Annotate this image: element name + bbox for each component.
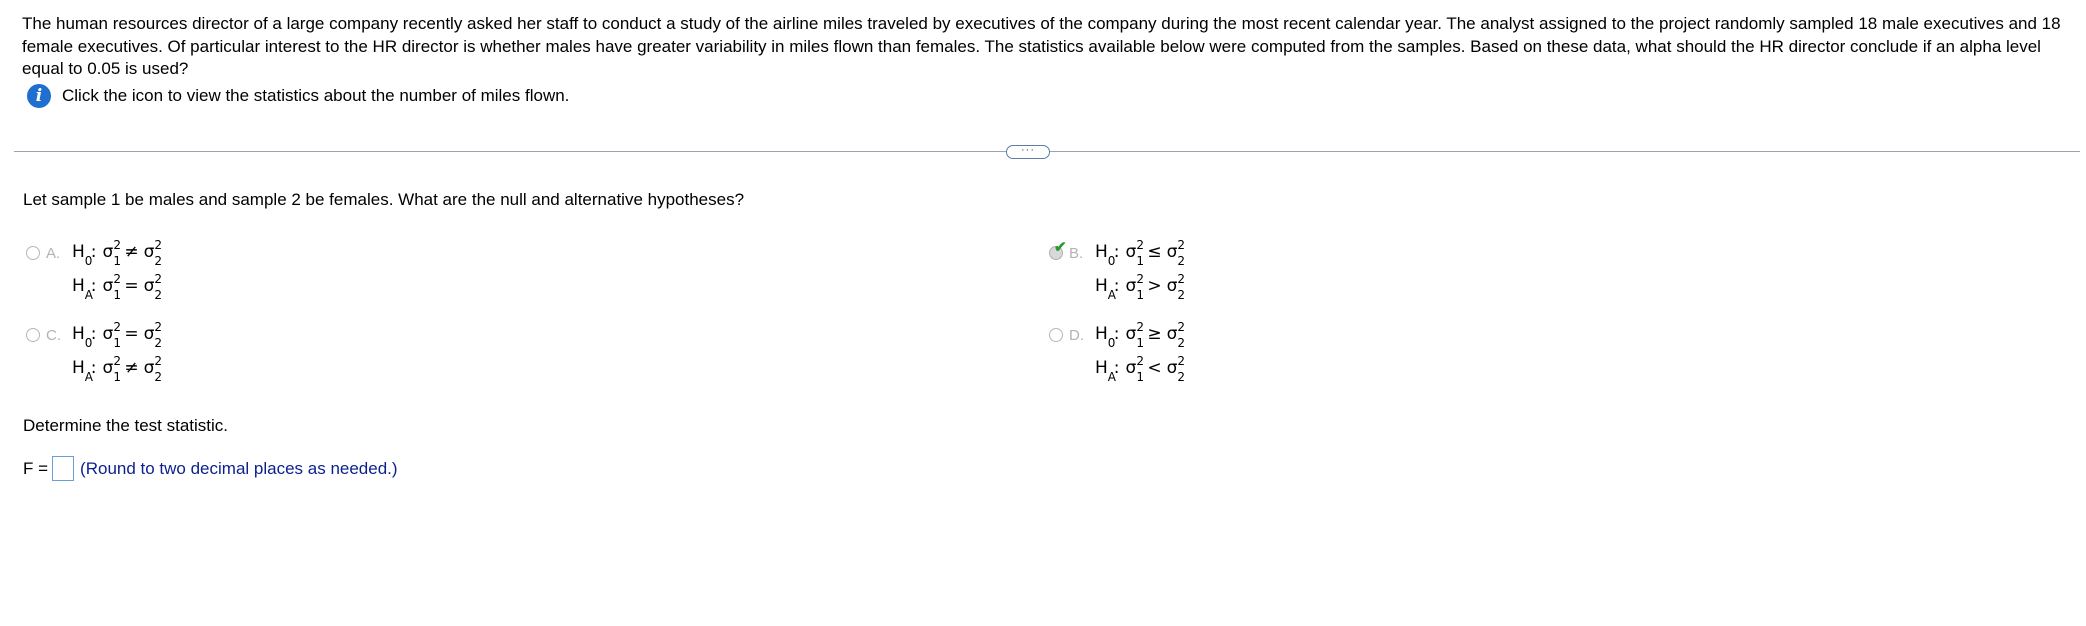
radio-button[interactable] xyxy=(1049,328,1063,342)
choice-a[interactable]: A. H0: σ21 ≠ σ22 HA: σ21 = σ22 xyxy=(26,238,162,303)
determine-instruction: Determine the test statistic. xyxy=(23,416,229,435)
alternative-hypothesis: HA: σ21 > σ22 xyxy=(1095,269,1185,303)
hypotheses: H0: σ21 = σ22 HA: σ21 ≠ σ22 xyxy=(72,317,162,385)
choice-b[interactable]: ✔ B. H0: σ21 ≤ σ22 HA: σ21 > σ22 xyxy=(1049,238,1185,303)
answer-row: F = (Round to two decimal places as need… xyxy=(23,456,398,481)
choice-letter: B. xyxy=(1069,245,1084,262)
choice-letter: A. xyxy=(46,245,61,262)
info-row: i Click the icon to view the statistics … xyxy=(27,84,569,108)
operator: = xyxy=(124,276,139,296)
operator: = xyxy=(124,324,139,344)
f-statistic-input[interactable] xyxy=(52,456,75,481)
info-icon[interactable]: i xyxy=(27,84,51,108)
operator: > xyxy=(1147,276,1162,296)
alternative-hypothesis: HA: σ21 < σ22 xyxy=(1095,351,1185,385)
operator: < xyxy=(1147,358,1162,378)
answer-hint: (Round to two decimal places as needed.) xyxy=(80,458,398,478)
info-link-text: Click the icon to view the statistics ab… xyxy=(62,86,570,105)
radio-button[interactable]: ✔ xyxy=(1049,240,1067,260)
hypotheses: H0: σ21 ≤ σ22 HA: σ21 > σ22 xyxy=(1095,235,1185,303)
choice-c[interactable]: C. H0: σ21 = σ22 HA: σ21 ≠ σ22 xyxy=(26,320,162,385)
expand-button[interactable]: ··· xyxy=(1006,145,1050,159)
choice-letter: C. xyxy=(46,327,61,344)
operator: ≤ xyxy=(1147,242,1162,262)
choice-d[interactable]: D. H0: σ21 ≥ σ22 HA: σ21 < σ22 xyxy=(1049,320,1185,385)
choice-letter: D. xyxy=(1069,327,1084,344)
question-text: Let sample 1 be males and sample 2 be fe… xyxy=(23,190,745,209)
hypotheses: H0: σ21 ≠ σ22 HA: σ21 = σ22 xyxy=(72,235,162,303)
alternative-hypothesis: HA: σ21 = σ22 xyxy=(72,269,162,303)
radio-button[interactable] xyxy=(26,328,40,342)
operator: ≠ xyxy=(124,242,139,262)
radio-button[interactable] xyxy=(26,246,40,260)
check-icon: ✔ xyxy=(1054,239,1067,256)
hypotheses: H0: σ21 ≥ σ22 HA: σ21 < σ22 xyxy=(1095,317,1185,385)
problem-statement: The human resources director of a large … xyxy=(22,14,2061,78)
operator: ≥ xyxy=(1147,324,1162,344)
answer-label: F = xyxy=(23,458,49,478)
operator: ≠ xyxy=(124,358,139,378)
alternative-hypothesis: HA: σ21 ≠ σ22 xyxy=(72,351,162,385)
